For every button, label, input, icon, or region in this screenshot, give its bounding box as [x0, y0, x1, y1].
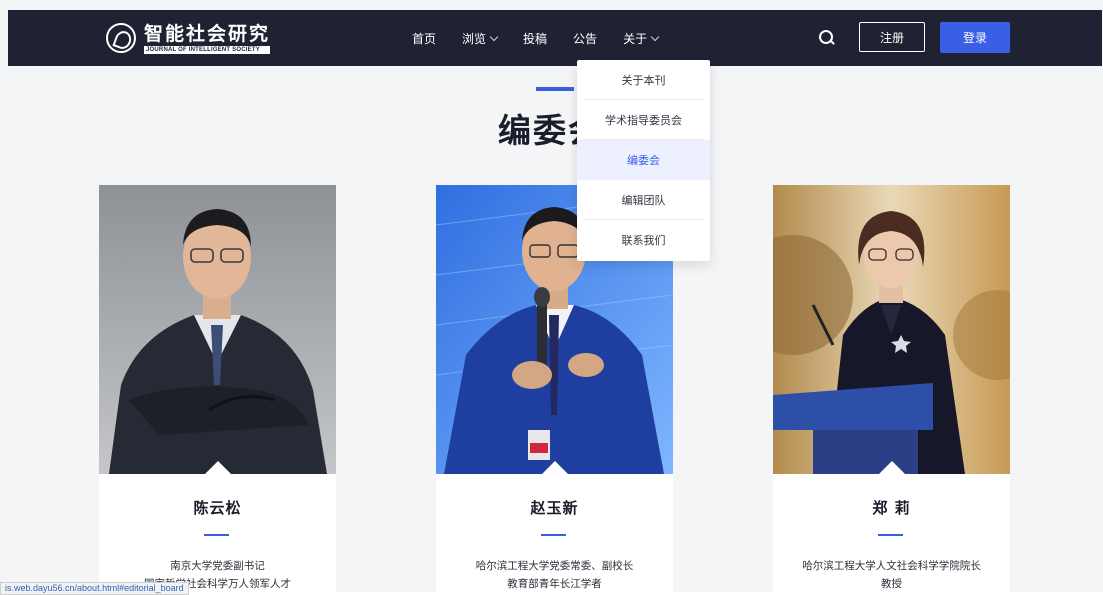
logo-english-title: JOURNAL OF INTELLIGENT SOCIETY	[144, 45, 271, 54]
register-button[interactable]: 注册	[859, 22, 925, 52]
member-name: 陈云松	[193, 499, 242, 517]
member-description: 哈尔滨工程大学党委常委、副校长 教育部青年长江学者	[475, 560, 634, 590]
nav-announcements[interactable]: 公告	[573, 30, 597, 47]
logo-emblem-icon	[106, 23, 136, 53]
photo-notch	[204, 461, 231, 474]
member-card[interactable]: 郑 莉 哈尔滨工程大学人文社会科学学院院长 教授	[773, 185, 1010, 592]
nav-home[interactable]: 首页	[412, 30, 436, 47]
chevron-down-icon	[489, 32, 499, 41]
nav-submit[interactable]: 投稿	[523, 30, 547, 47]
search-icon[interactable]	[818, 29, 836, 47]
logo-text: 智能社会研究 JOURNAL OF INTELLIGENT SOCIETY	[144, 22, 271, 54]
top-navbar: 智能社会研究 JOURNAL OF INTELLIGENT SOCIETY 首页…	[8, 10, 1102, 66]
member-card[interactable]: 陈云松 南京大学党委副书记 国家哲学社会科学万人领军人才	[99, 185, 336, 592]
chevron-down-icon	[650, 32, 660, 41]
main-nav: 首页 浏览 投稿 公告 关于	[412, 10, 684, 66]
logo-chinese-title: 智能社会研究	[144, 22, 271, 45]
dropdown-item-contact-us[interactable]: 联系我们	[577, 220, 710, 260]
site-logo[interactable]: 智能社会研究 JOURNAL OF INTELLIGENT SOCIETY	[106, 20, 271, 56]
name-divider	[541, 534, 566, 536]
name-divider	[204, 534, 229, 536]
member-description: 哈尔滨工程大学人文社会科学学院院长 教授	[802, 560, 981, 590]
photo-notch	[878, 461, 905, 474]
member-name: 赵玉新	[530, 499, 579, 517]
section-accent-bar	[536, 87, 574, 91]
member-photo	[773, 185, 1010, 474]
dropdown-item-academic-committee[interactable]: 学术指导委员会	[577, 100, 710, 140]
login-button[interactable]: 登录	[940, 22, 1010, 53]
photo-notch	[541, 461, 568, 474]
status-bar-url: is.web.dayu56.cn/about.html#editorial_bo…	[0, 582, 189, 595]
dropdown-item-editorial-board[interactable]: 编委会	[577, 140, 710, 180]
dropdown-item-about-journal[interactable]: 关于本刊	[577, 60, 710, 100]
dropdown-item-editorial-team[interactable]: 编辑团队	[577, 180, 710, 220]
member-photo	[99, 185, 336, 474]
name-divider	[878, 534, 903, 536]
member-name: 郑 莉	[872, 499, 911, 517]
nav-browse[interactable]: 浏览	[462, 30, 499, 47]
about-dropdown-menu: 关于本刊 学术指导委员会 编委会 编辑团队 联系我们	[577, 60, 710, 261]
nav-about[interactable]: 关于	[623, 30, 660, 47]
